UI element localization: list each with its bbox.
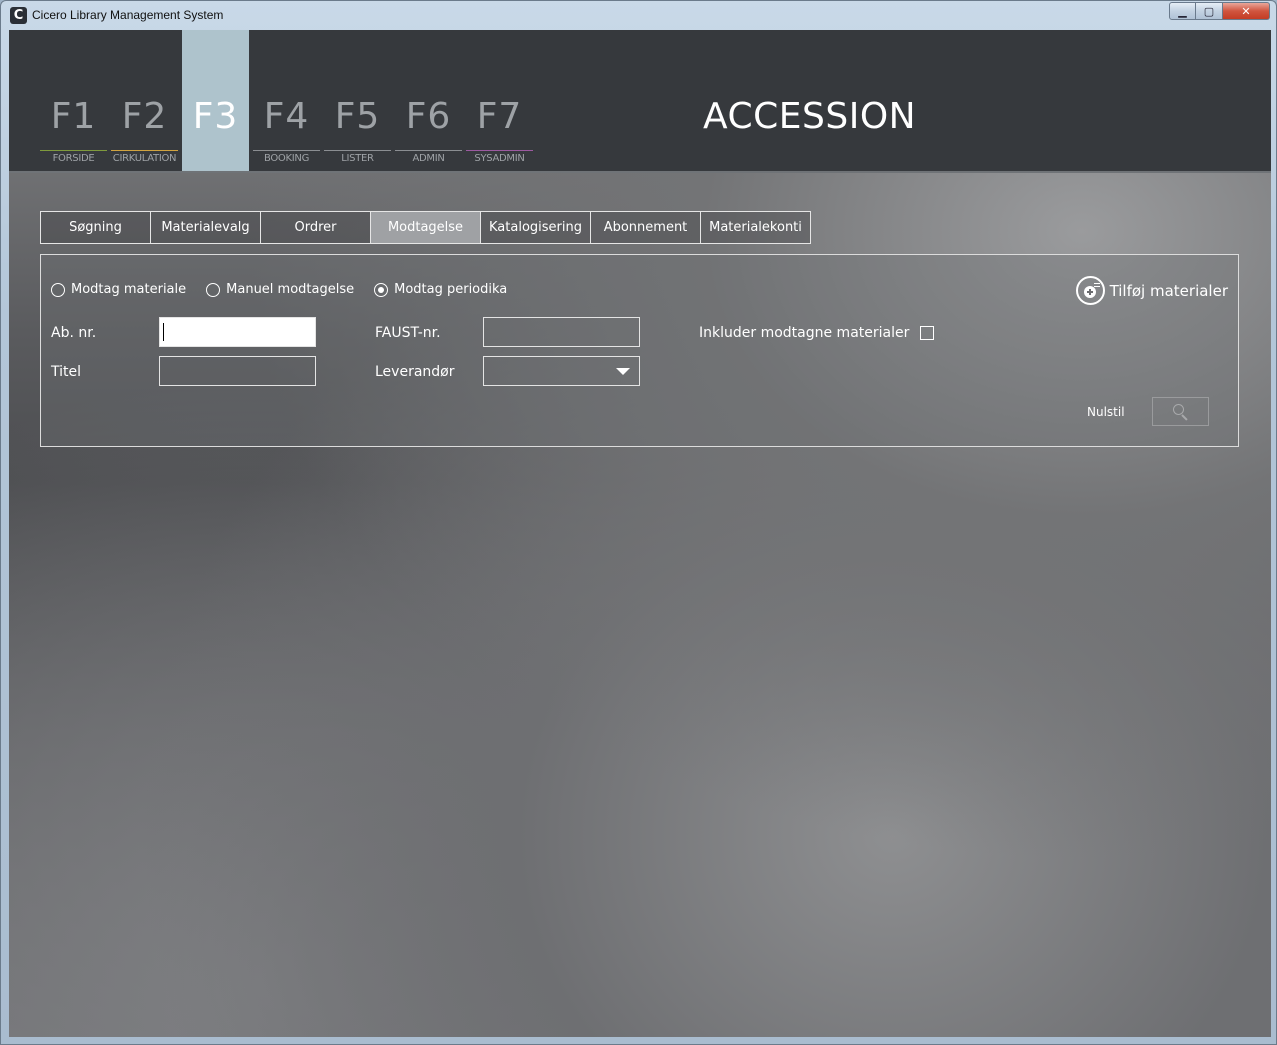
nav-tab-key: F1 <box>50 96 97 137</box>
radio-label: Modtag periodika <box>394 282 508 297</box>
nav-tab-key: F4 <box>263 96 310 137</box>
dropdown-arrow-icon <box>616 368 630 375</box>
subtab-søgning[interactable]: Søgning <box>40 211 151 244</box>
close-button[interactable]: ✕ <box>1223 2 1270 20</box>
nav-tab-label: LISTER <box>341 153 374 164</box>
radio-label: Modtag materiale <box>71 282 187 297</box>
faust-input[interactable] <box>483 317 640 347</box>
nav-tab-underline <box>466 150 533 151</box>
subtab-materialekonti[interactable]: Materialekonti <box>700 211 811 244</box>
reset-button[interactable]: Nulstil <box>1087 405 1125 419</box>
titel-label: Titel <box>51 364 82 380</box>
radio-button[interactable] <box>51 282 65 297</box>
nav-tab-key: F7 <box>476 96 523 137</box>
include-received-checkbox[interactable] <box>920 326 934 340</box>
window-titlebar[interactable]: C Cicero Library Management System ▁ ▢ ✕ <box>1 1 1276 30</box>
nav-tab-f5[interactable]: F5 LISTER <box>324 30 391 171</box>
leverandor-label: Leverandør <box>375 364 455 380</box>
radio-label: Manuel modtagelse <box>226 282 355 297</box>
nav-tab-underline <box>40 150 107 151</box>
nav-tab-label: CIRKULATION <box>112 153 177 164</box>
subtab-modtagelse[interactable]: Modtagelse <box>370 211 481 244</box>
nav-tab-underline <box>395 150 462 151</box>
faust-label: FAUST-nr. <box>375 325 441 341</box>
page-title: ACCESSION <box>703 96 917 137</box>
ab-nr-input[interactable] <box>159 317 316 347</box>
receive-mode-option[interactable]: Modtag periodika <box>374 282 507 297</box>
nav-tab-f2[interactable]: F2 CIRKULATION <box>111 30 178 171</box>
radio-button[interactable] <box>206 282 221 297</box>
nav-tab-f3[interactable]: F3 <box>182 30 249 171</box>
include-received-label: Inkluder modtagne materialer <box>699 325 910 341</box>
nav-tab-underline <box>324 150 391 151</box>
window-controls: ▁ ▢ ✕ <box>1169 2 1270 20</box>
nav-tab-label: ADMIN <box>412 153 445 164</box>
nav-tab-label: BOOKING <box>263 153 310 164</box>
add-materials-label: Tilføj materialer <box>1109 281 1228 300</box>
nav-tab-key: F6 <box>405 96 452 137</box>
subtab-abonnement[interactable]: Abonnement <box>590 211 701 244</box>
nav-tab-label: FORSIDE <box>52 153 95 164</box>
maximize-button[interactable]: ▢ <box>1196 2 1223 20</box>
nav-tab-f4[interactable]: F4 BOOKING <box>253 30 320 171</box>
subtab-katalogisering[interactable]: Katalogisering <box>480 211 591 244</box>
nav-divider <box>9 171 1271 173</box>
nav-tab-key: F5 <box>334 96 381 137</box>
subtab-ordrer[interactable]: Ordrer <box>260 211 371 244</box>
titel-input[interactable] <box>159 356 316 386</box>
receive-mode-radios: Modtag materiale Manuel modtagelse Modtag … <box>51 282 527 297</box>
subtab-materialevalg[interactable]: Materialevalg <box>150 211 261 244</box>
cicero-logo-icon: C <box>10 7 27 24</box>
search-button[interactable] <box>1152 397 1209 426</box>
add-disc-icon <box>1075 276 1105 305</box>
app-window: C Cicero Library Management System ▁ ▢ ✕… <box>0 0 1277 1045</box>
search-icon <box>1172 403 1189 421</box>
receive-form-panel: Modtag materiale Manuel modtagelse Modtag … <box>40 254 1239 447</box>
nav-tab-f1[interactable]: F1 FORSIDE <box>40 30 107 171</box>
radio-button[interactable] <box>374 282 389 297</box>
receive-mode-option[interactable]: Modtag materiale <box>51 282 186 297</box>
window-title: Cicero Library Management System <box>32 8 224 22</box>
nav-tab-label: SYSADMIN <box>474 153 525 164</box>
nav-tab-underline <box>111 150 178 151</box>
leverandor-dropdown[interactable] <box>483 356 640 386</box>
top-navigation: F1 FORSIDE F2 CIRKULATION F3 F4 BOOKING F5 LISTE… <box>9 30 1271 171</box>
minimize-button[interactable]: ▁ <box>1169 2 1196 20</box>
nav-tab-f7[interactable]: F7 SYSADMIN <box>466 30 533 171</box>
subtab-bar: Søgning Materialevalg Ordrer Modtagelse Kata… <box>40 211 811 244</box>
ab-nr-label: Ab. nr. <box>51 325 97 341</box>
add-materials-button[interactable]: Tilføj materialer <box>1075 276 1228 305</box>
nav-tab-underline <box>253 150 320 151</box>
nav-tab-key: F3 <box>192 96 239 137</box>
nav-tab-f6[interactable]: F6 ADMIN <box>395 30 462 171</box>
nav-tab-key: F2 <box>121 96 168 137</box>
client-area: F1 FORSIDE F2 CIRKULATION F3 F4 BOOKING F5 LISTE… <box>9 30 1271 1037</box>
receive-mode-option[interactable]: Manuel modtagelse <box>206 282 354 297</box>
